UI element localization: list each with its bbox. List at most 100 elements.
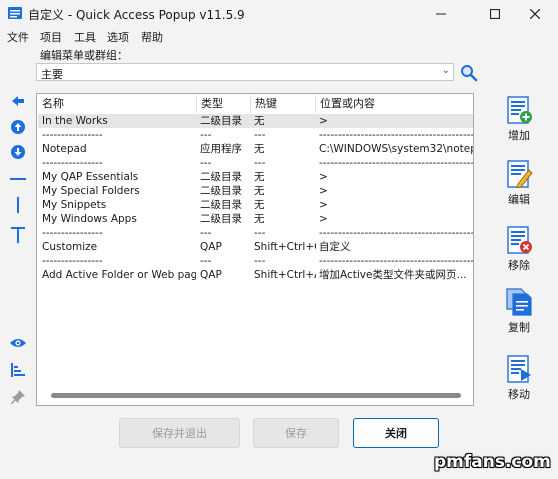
list-item[interactable]: ---------------- --- --- ------------------… xyxy=(38,254,473,268)
cell-type: 应用程序 xyxy=(200,143,242,155)
menu-tools[interactable]: 工具 xyxy=(74,29,96,45)
cell-type: 二级目录 xyxy=(200,185,242,197)
cell-type: --- xyxy=(200,129,212,141)
list-item[interactable]: Customize QAP Shift+Ctrl+C 自定义 xyxy=(38,240,473,254)
title-bar: 自定义 - Quick Access Popup v11.5.9 xyxy=(0,0,558,28)
cell-location: 自定义 xyxy=(319,241,351,253)
list-item[interactable]: My Snippets 二级目录无 > xyxy=(38,198,473,212)
list-item[interactable]: Add Active Folder or Web page... QAP Shift… xyxy=(38,268,473,282)
cell-location: 增加Active类型文件夹或网页... xyxy=(319,269,467,281)
minimize-button[interactable] xyxy=(418,0,464,28)
app-icon xyxy=(8,7,22,19)
cell-hotkey: Shift+Ctrl+A xyxy=(254,269,316,281)
cell-location: ----------------------------------------… xyxy=(319,227,473,239)
cell-name: ---------------- xyxy=(42,157,103,169)
column-header-type[interactable]: 类型 xyxy=(197,95,251,113)
vertical-separator-icon xyxy=(17,197,19,213)
close-button[interactable]: 关闭 xyxy=(353,418,439,448)
cell-hotkey: --- xyxy=(254,255,266,267)
back-button[interactable] xyxy=(8,92,28,110)
cell-location: > xyxy=(319,115,328,127)
move-button-label: 移动 xyxy=(508,388,530,401)
remove-icon xyxy=(507,226,532,254)
list-item[interactable]: My QAP Essentials 二级目录无 > xyxy=(38,170,473,184)
column-header-hotkey[interactable]: 热键 xyxy=(251,95,316,113)
cell-location: > xyxy=(319,185,328,197)
menu-file[interactable]: 文件 xyxy=(7,29,29,45)
cell-type: --- xyxy=(200,227,212,239)
column-header-name[interactable]: 名称 xyxy=(38,95,197,113)
add-text-separator-button[interactable] xyxy=(8,226,28,244)
pin-icon xyxy=(11,390,25,404)
edit-button-label: 编辑 xyxy=(508,193,530,206)
arrow-up-circle-icon xyxy=(11,120,25,134)
move-button[interactable]: 移动 xyxy=(497,355,541,402)
cell-type: 二级目录 xyxy=(200,115,242,127)
menu-group-select[interactable]: 主要 ⌄ xyxy=(36,63,454,81)
add-column-break-button[interactable] xyxy=(8,196,28,214)
favorites-list[interactable]: 名称 类型 热键 位置或内容 In the Works 二级目录无 > -------… xyxy=(36,93,474,406)
cell-location: ----------------------------------------… xyxy=(319,157,473,169)
cell-type: 二级目录 xyxy=(200,171,242,183)
save-button[interactable]: 保存 xyxy=(253,418,339,448)
cell-type: QAP xyxy=(200,241,222,253)
cell-location: ----------------------------------------… xyxy=(319,129,473,141)
cell-hotkey: 无 xyxy=(254,199,265,211)
preview-menu-button[interactable] xyxy=(8,334,28,352)
cell-hotkey: Shift+Ctrl+C xyxy=(254,241,316,253)
menu-help[interactable]: 帮助 xyxy=(141,29,163,45)
cell-name: My QAP Essentials xyxy=(42,171,139,183)
list-item[interactable]: My Windows Apps 二级目录无 > xyxy=(38,212,473,226)
minimize-icon xyxy=(436,13,446,15)
add-separator-button[interactable] xyxy=(8,170,28,188)
search-icon[interactable] xyxy=(460,64,478,82)
horizontal-scrollbar[interactable] xyxy=(51,393,461,398)
cell-hotkey: 无 xyxy=(254,185,265,197)
menu-bar: 文件 项目 工具 选项 帮助 xyxy=(0,28,558,46)
pin-button[interactable] xyxy=(8,388,28,406)
menu-options[interactable]: 选项 xyxy=(107,29,129,45)
t-separator-icon xyxy=(11,227,25,243)
list-item[interactable]: In the Works 二级目录无 > xyxy=(38,114,473,128)
edit-button[interactable]: 编辑 xyxy=(497,160,541,207)
cell-name: In the Works xyxy=(42,115,108,127)
cell-location: > xyxy=(319,199,328,211)
copy-button-label: 复制 xyxy=(508,321,530,334)
add-button[interactable]: 增加 xyxy=(497,96,541,143)
cell-name: My Special Folders xyxy=(42,185,140,197)
cell-hotkey: 无 xyxy=(254,143,265,155)
cell-name: ---------------- xyxy=(42,129,103,141)
menu-item[interactable]: 项目 xyxy=(40,29,62,45)
edit-icon xyxy=(507,160,533,188)
menu-group-value: 主要 xyxy=(41,68,63,81)
cell-name: ---------------- xyxy=(42,255,103,267)
cell-location: ----------------------------------------… xyxy=(319,255,473,267)
column-header-location[interactable]: 位置或内容 xyxy=(316,95,473,113)
list-item[interactable]: ---------------- --- --- ------------------… xyxy=(38,226,473,240)
list-item[interactable]: ---------------- --- --- ------------------… xyxy=(38,128,473,142)
window-title: 自定义 - Quick Access Popup v11.5.9 xyxy=(28,8,245,22)
copy-button[interactable]: 复制 xyxy=(497,288,541,335)
horizontal-separator-icon xyxy=(10,178,26,180)
cell-type: --- xyxy=(200,157,212,169)
remove-button-label: 移除 xyxy=(508,259,530,272)
save-exit-button[interactable]: 保存并退出 xyxy=(119,418,240,448)
cell-hotkey: --- xyxy=(254,129,266,141)
close-window-button[interactable] xyxy=(512,0,558,28)
remove-button[interactable]: 移除 xyxy=(497,226,541,273)
move-down-button[interactable] xyxy=(8,143,28,161)
sort-button[interactable] xyxy=(8,361,28,379)
cell-name: Notepad xyxy=(42,143,87,155)
list-item[interactable]: My Special Folders 二级目录无 > xyxy=(38,184,473,198)
cell-hotkey: --- xyxy=(254,157,266,169)
move-up-button[interactable] xyxy=(8,118,28,136)
chevron-down-icon: ⌄ xyxy=(441,65,450,76)
arrow-down-circle-icon xyxy=(11,145,25,159)
list-item[interactable]: Notepad 应用程序无 C:\WINDOWS\system32\notepad.… xyxy=(38,142,473,156)
list-item[interactable]: ---------------- --- --- ------------------… xyxy=(38,156,473,170)
cell-hotkey: 无 xyxy=(254,213,265,225)
group-label: 编辑菜单或群组： xyxy=(40,49,128,62)
cell-name: Customize xyxy=(42,241,98,253)
cell-type: QAP xyxy=(200,269,222,281)
cell-type: 二级目录 xyxy=(200,199,242,211)
